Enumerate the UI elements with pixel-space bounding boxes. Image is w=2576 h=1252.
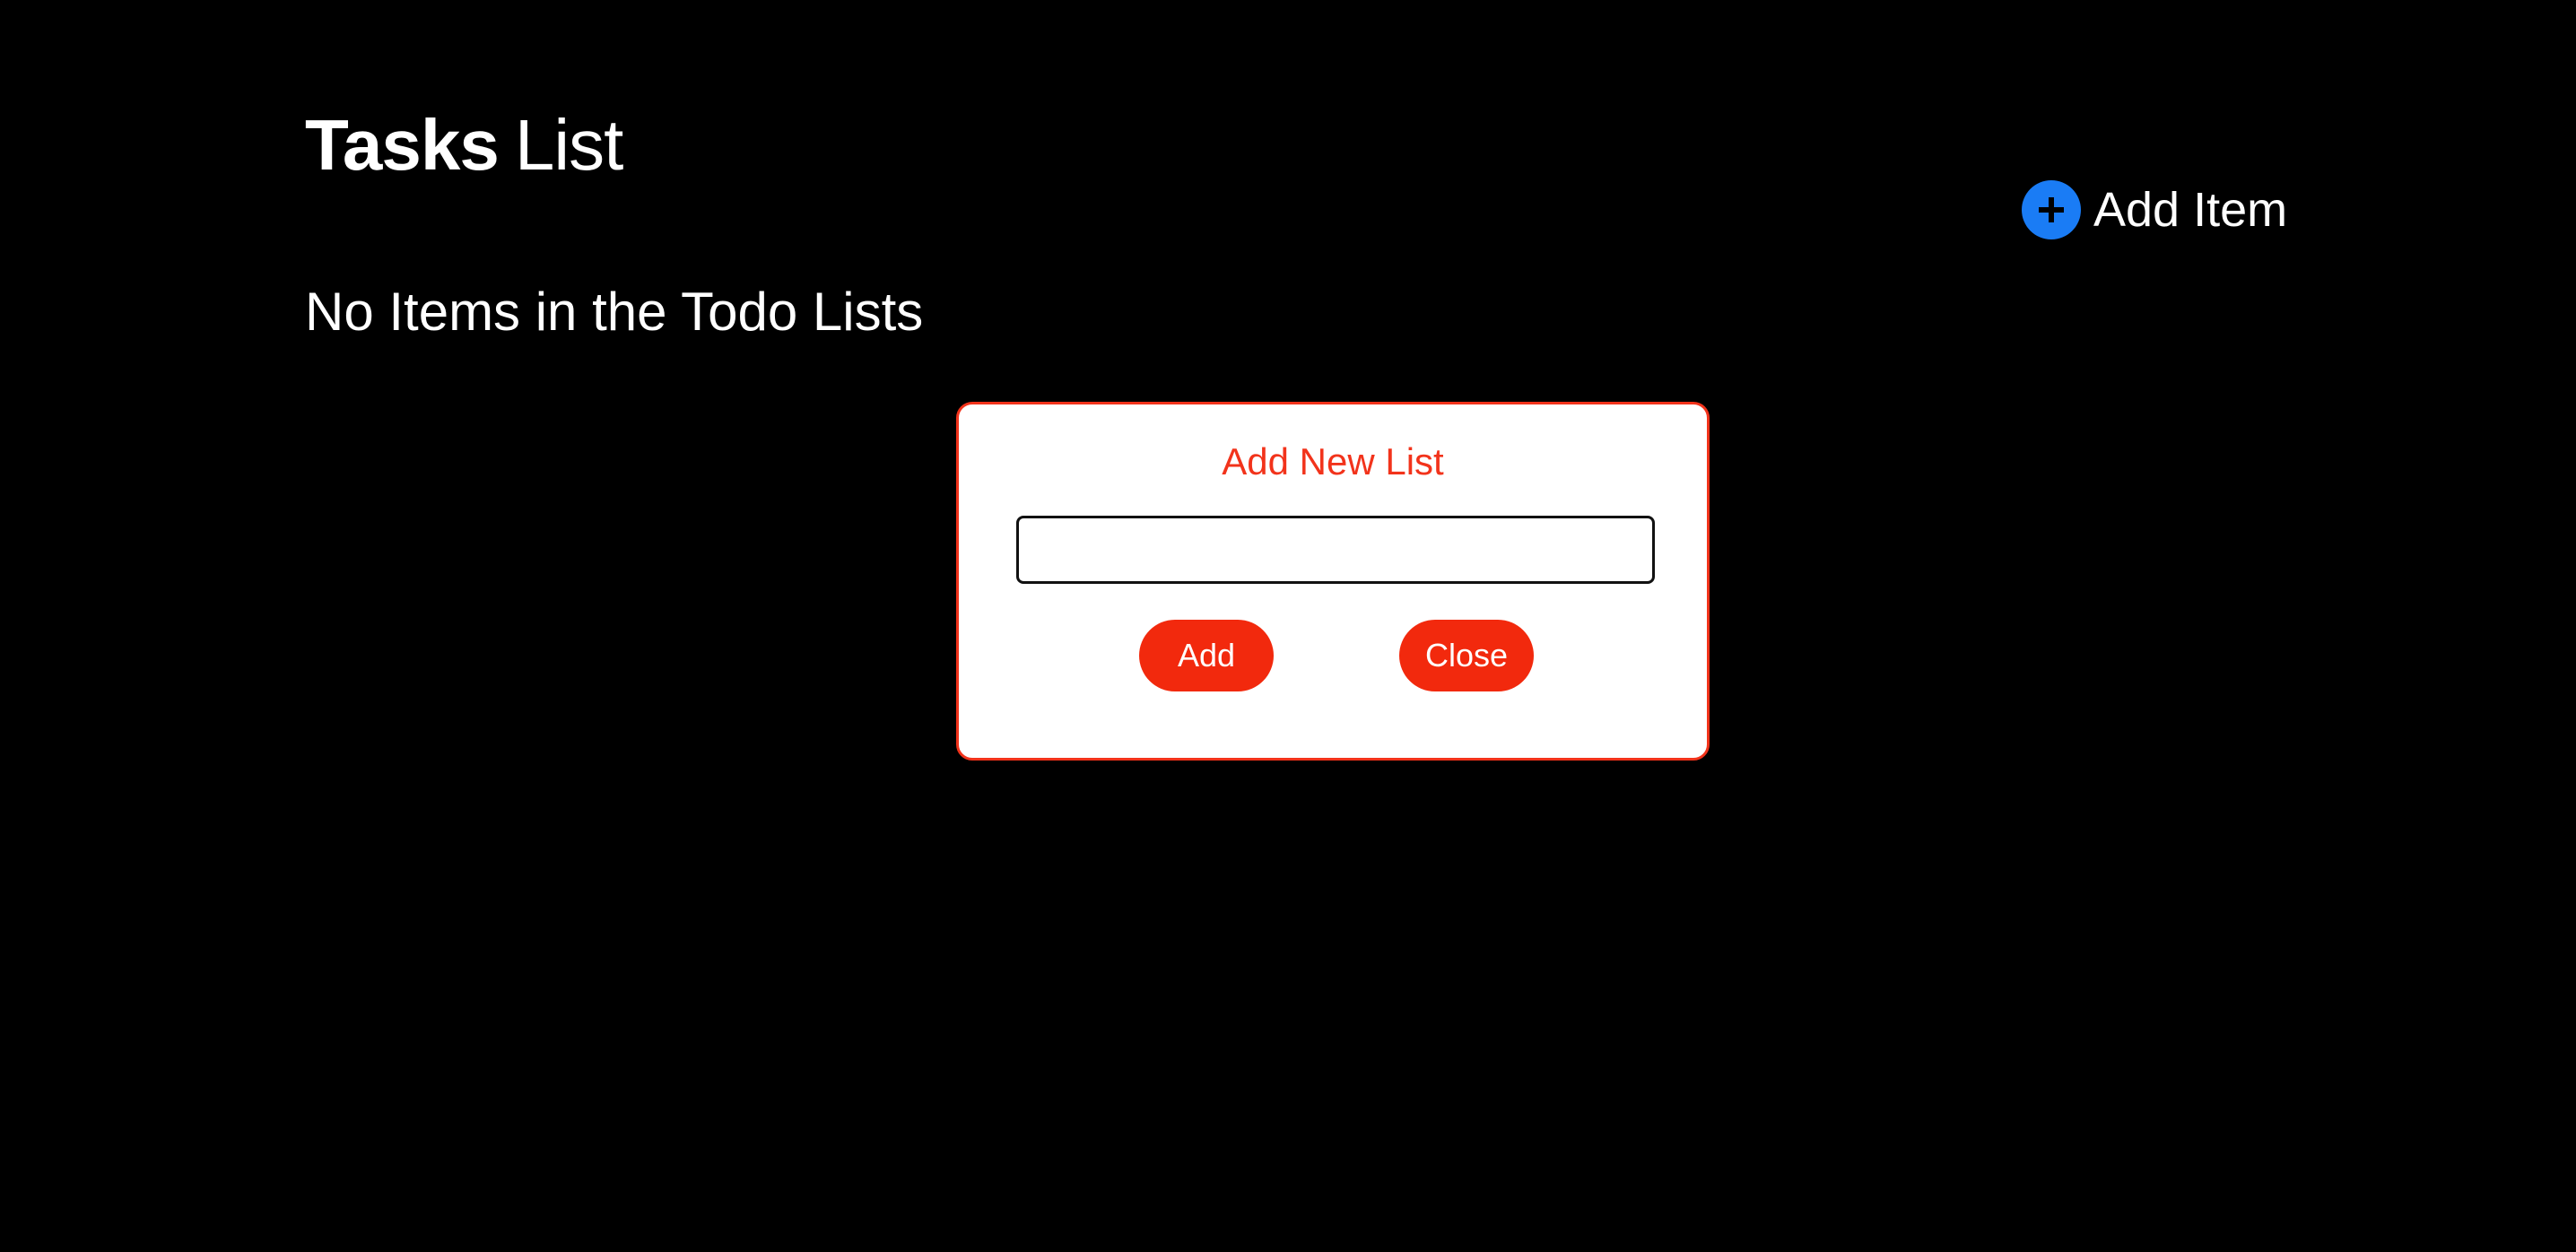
plus-circle-icon[interactable] bbox=[2022, 180, 2081, 239]
dialog-title: Add New List bbox=[1222, 440, 1444, 483]
add-item-label: Add Item bbox=[2093, 183, 2288, 237]
add-button[interactable]: Add bbox=[1139, 620, 1274, 691]
add-item-button[interactable]: Add Item bbox=[2022, 174, 2287, 246]
plus-glyph bbox=[2039, 197, 2064, 222]
list-name-input[interactable] bbox=[1016, 516, 1655, 584]
page-title-light: List bbox=[514, 105, 623, 185]
add-list-dialog: Add New List Add Close bbox=[956, 402, 1710, 761]
close-button[interactable]: Close bbox=[1399, 620, 1534, 691]
app-page: Tasks List Add Item No Items in the Todo … bbox=[0, 0, 2576, 1252]
page-title-bold: Tasks bbox=[305, 105, 500, 185]
page-title: Tasks List bbox=[305, 97, 623, 194]
empty-list-message: No Items in the Todo Lists bbox=[305, 282, 924, 342]
